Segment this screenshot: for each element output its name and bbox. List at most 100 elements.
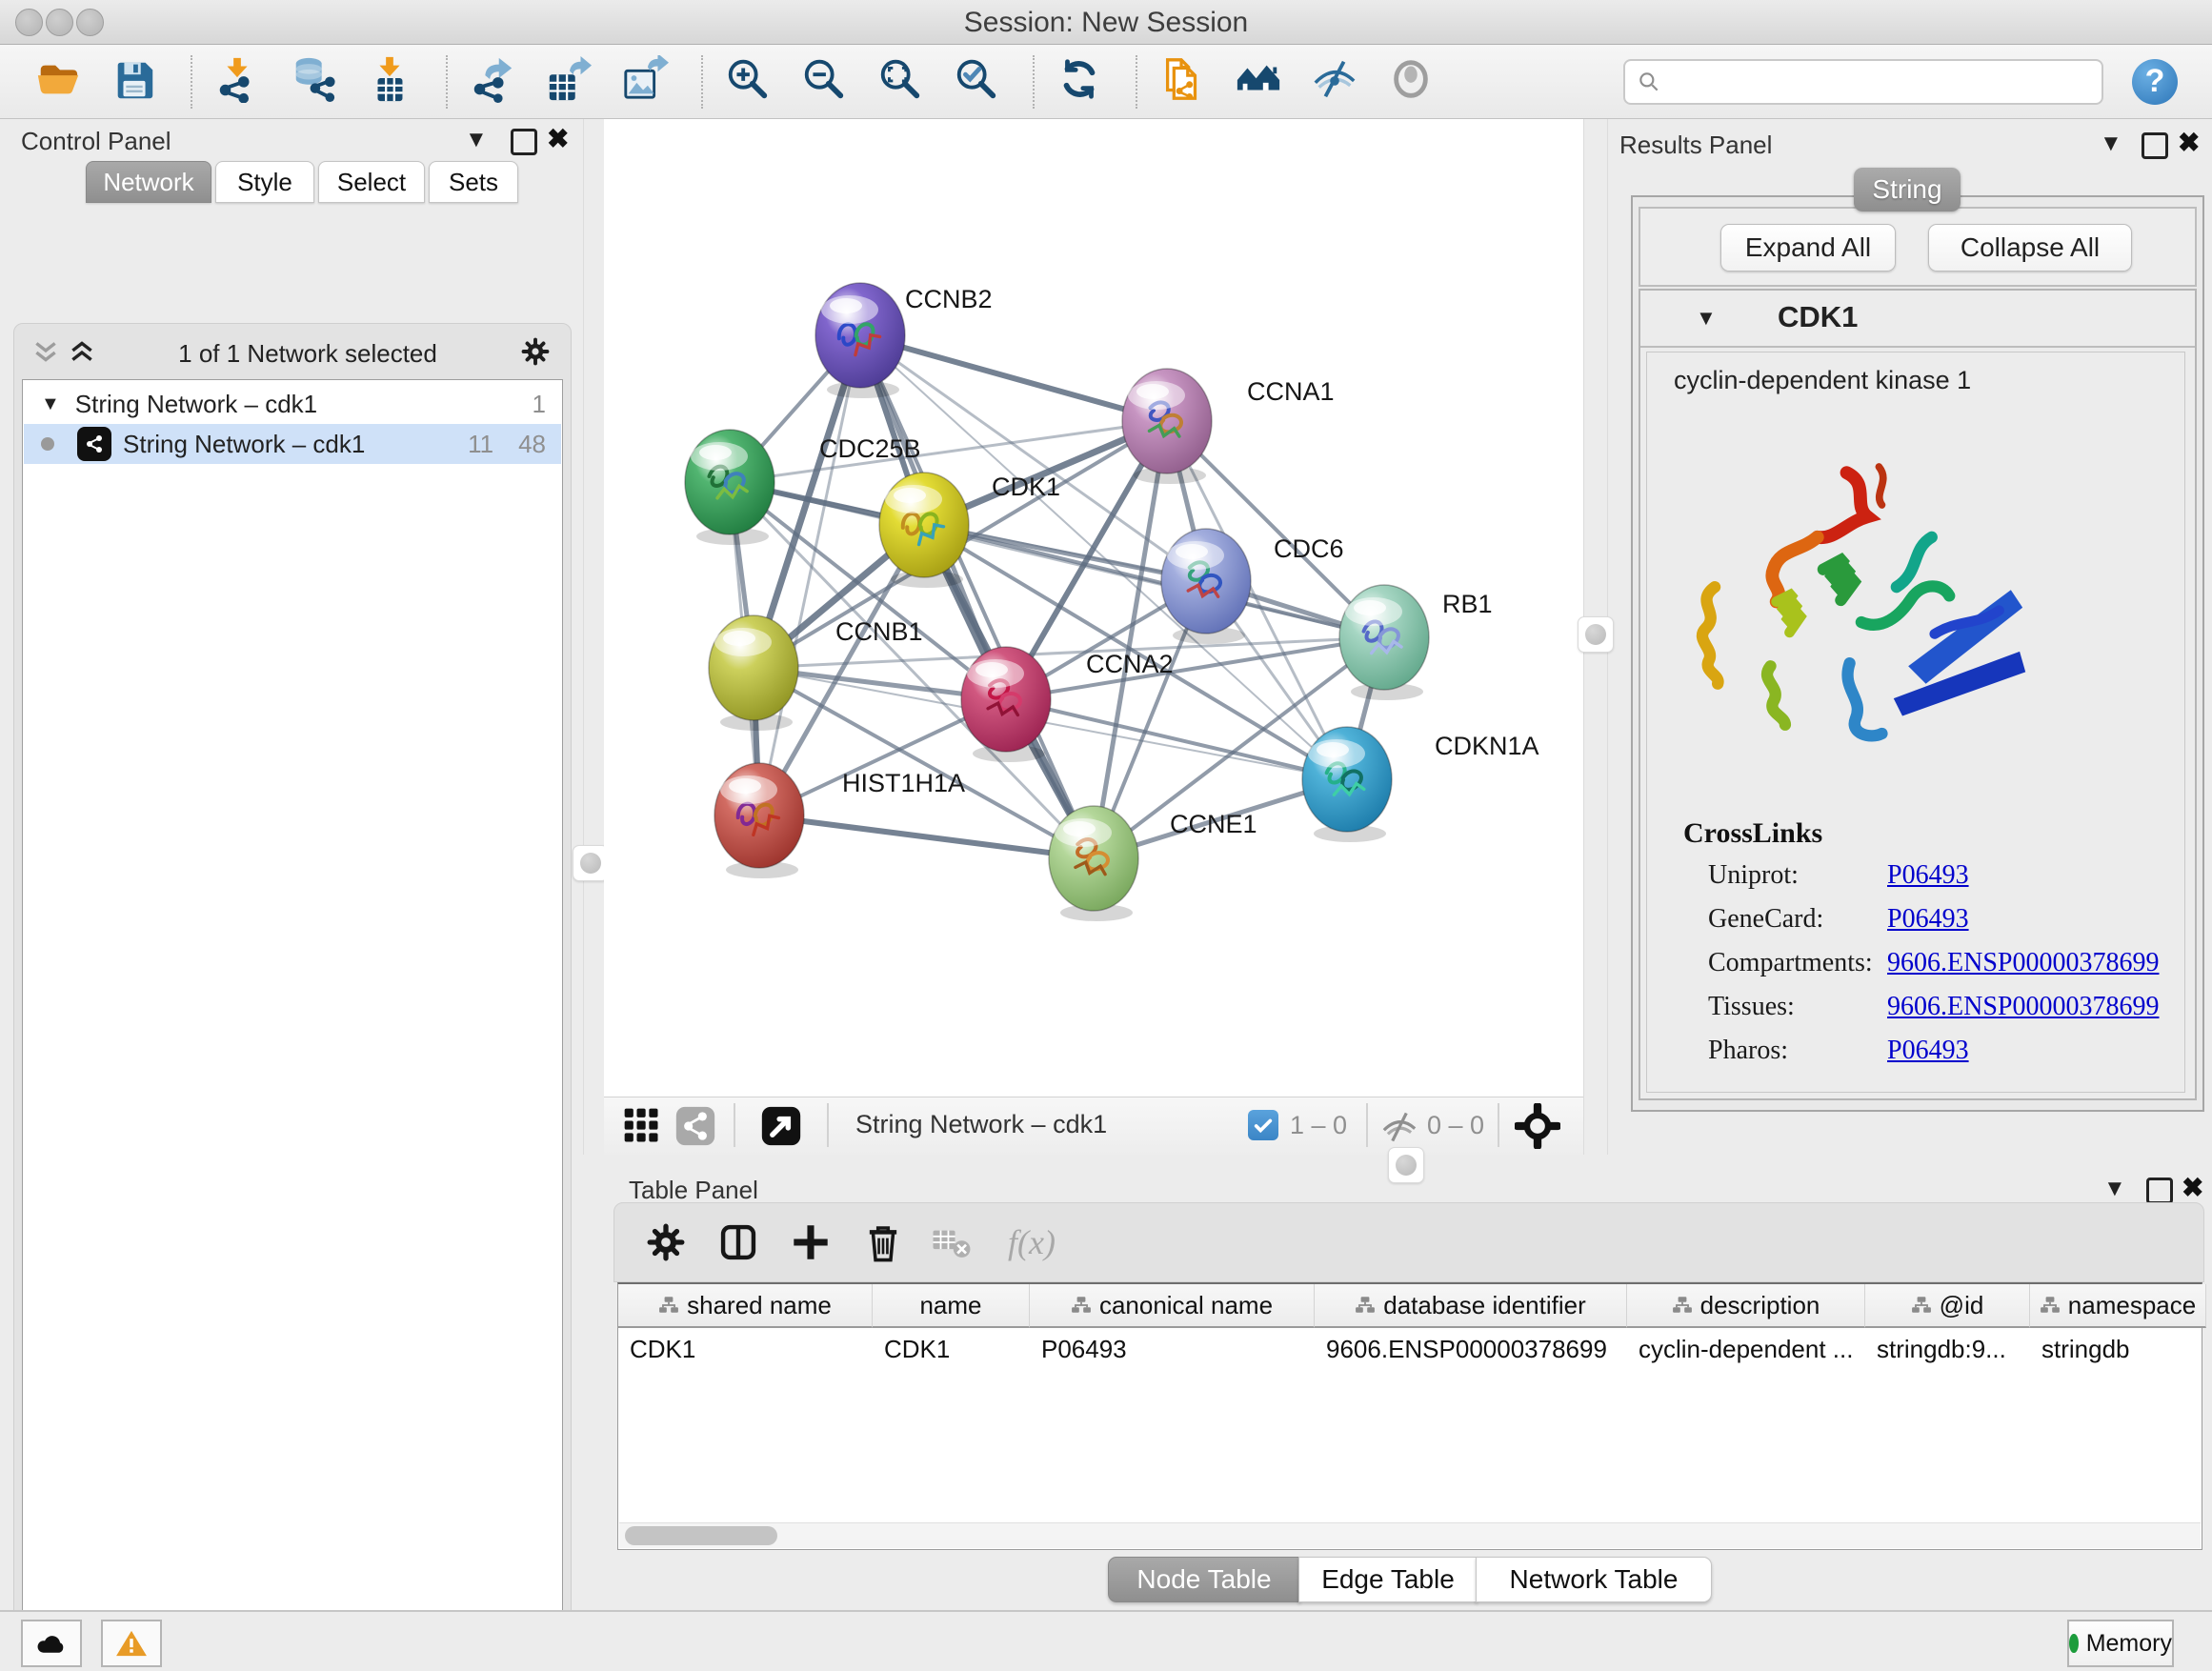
main-toolbar: ? <box>0 45 2212 119</box>
expand-all-button[interactable]: Expand All <box>1720 224 1896 272</box>
node-label-CCNE1: CCNE1 <box>1170 810 1257 838</box>
node-table[interactable]: shared namenamecanonical namedatabase id… <box>617 1282 2202 1550</box>
edge-CCNB2-HIST1H1A[interactable] <box>759 335 860 815</box>
scrollbar-thumb[interactable] <box>625 1526 777 1545</box>
import-string-network-button[interactable] <box>1156 56 1208 108</box>
collection-expand-icon[interactable]: ▼ <box>41 393 60 415</box>
expand-all-icon[interactable] <box>68 337 96 371</box>
node-HIST1H1A[interactable] <box>714 763 804 878</box>
node-CCNA1[interactable] <box>1122 369 1212 484</box>
collapse-all-icon[interactable] <box>31 337 60 371</box>
column-header-namespace[interactable]: namespace <box>2030 1284 2206 1328</box>
column-header-description[interactable]: description <box>1627 1284 1865 1328</box>
node-CCNB2[interactable] <box>815 283 905 398</box>
table-cell[interactable]: stringdb <box>2030 1328 2205 1370</box>
table-horizontal-scrollbar[interactable] <box>619 1522 2201 1548</box>
network-collection-row[interactable]: ▼ String Network – cdk1 1 <box>24 384 561 424</box>
birds-eye-view-icon[interactable] <box>1515 1103 1560 1154</box>
control-panel-collapse-icon[interactable]: ▼ <box>465 129 488 151</box>
network-node-count: 11 <box>468 430 493 459</box>
node-CCNB1[interactable] <box>709 615 798 731</box>
hide-unselected-button[interactable] <box>1309 56 1360 108</box>
table-settings-gear-icon[interactable] <box>643 1219 689 1265</box>
tab-network-table[interactable]: Network Table <box>1476 1557 1712 1602</box>
refresh-network-button[interactable] <box>1054 56 1105 108</box>
string-results-tab[interactable]: String <box>1854 168 1961 211</box>
search-box[interactable] <box>1623 59 2103 105</box>
network-overview-button[interactable] <box>1233 56 1284 108</box>
import-table-from-file-button[interactable] <box>364 56 415 108</box>
search-input[interactable] <box>1669 64 2101 100</box>
column-header-shared-name[interactable]: shared name <box>618 1284 873 1328</box>
import-network-from-file-button[interactable] <box>211 56 263 108</box>
table-cell[interactable]: P06493 <box>1030 1328 1314 1370</box>
network-options-gear-icon[interactable] <box>519 335 552 372</box>
selected-checkbox-icon[interactable] <box>1248 1110 1278 1140</box>
table-panel-collapse-icon[interactable]: ▼ <box>2103 1178 2126 1200</box>
zoom-out-button[interactable] <box>798 56 850 108</box>
node-CCNE1[interactable] <box>1049 806 1138 921</box>
import-network-from-database-button[interactable] <box>288 56 339 108</box>
protein-collapse-icon[interactable]: ▼ <box>1696 306 1717 331</box>
crosslink-value-link[interactable]: P06493 <box>1887 904 1969 935</box>
zoom-fit-button[interactable] <box>875 56 926 108</box>
crosslink-value-link[interactable]: 9606.ENSP00000378699 <box>1887 992 2159 1022</box>
zoom-selected-button[interactable] <box>951 56 1002 108</box>
table-cell[interactable]: stringdb:9... <box>1865 1328 2029 1370</box>
tab-sets[interactable]: Sets <box>429 161 518 203</box>
memory-button[interactable]: Memory <box>2067 1620 2174 1667</box>
crosslink-value-link[interactable]: P06493 <box>1887 1036 1969 1066</box>
cloud-status-button[interactable] <box>21 1620 82 1667</box>
collapse-all-button[interactable]: Collapse All <box>1928 224 2132 272</box>
results-panel-float-icon[interactable] <box>2142 132 2168 159</box>
results-panel-collapse-icon[interactable]: ▼ <box>2100 132 2122 155</box>
zoom-in-button[interactable] <box>722 56 774 108</box>
network-graph[interactable]: CCNB2CCNA1CDC25BCDK1CDC6RB1CCNB1CCNA2CDK… <box>604 119 1583 1097</box>
column-header--id[interactable]: @id <box>1865 1284 2030 1328</box>
node-CDC25B[interactable] <box>685 430 774 545</box>
add-column-icon[interactable] <box>788 1219 834 1265</box>
column-header-database-identifier[interactable]: database identifier <box>1315 1284 1627 1328</box>
delete-column-trash-icon[interactable] <box>860 1219 906 1265</box>
show-columns-icon[interactable] <box>715 1219 761 1265</box>
export-table-icon <box>545 55 593 108</box>
results-panel-close-icon[interactable]: ✖ <box>2178 127 2200 158</box>
tab-network[interactable]: Network <box>86 161 211 203</box>
tab-style[interactable]: Style <box>215 161 314 203</box>
export-table-button[interactable] <box>543 56 594 108</box>
open-session-button[interactable] <box>32 56 84 108</box>
show-graphics-details-button[interactable] <box>1385 56 1437 108</box>
tab-edge-table[interactable]: Edge Table <box>1298 1557 1478 1602</box>
help-button[interactable]: ? <box>2132 59 2178 105</box>
protein-section-header[interactable]: ▼ CDK1 <box>1640 291 2195 348</box>
table-panel-close-icon[interactable]: ✖ <box>2182 1172 2203 1203</box>
table-panel-float-icon[interactable] <box>2146 1178 2173 1204</box>
edge-CCNA2-CDKN1A[interactable] <box>1006 699 1347 779</box>
crosslink-value-link[interactable]: 9606.ENSP00000378699 <box>1887 948 2159 978</box>
edge-HIST1H1A-CCNE1[interactable] <box>759 815 1094 858</box>
node-CDKN1A[interactable] <box>1302 727 1392 842</box>
control-panel-close-icon[interactable]: ✖ <box>547 123 569 154</box>
grid-view-icon[interactable] <box>621 1105 663 1152</box>
network-row-selected[interactable]: String Network – cdk1 11 48 <box>24 424 561 464</box>
share-view-icon[interactable] <box>674 1105 716 1152</box>
warning-status-button[interactable] <box>101 1620 162 1667</box>
detach-view-icon[interactable] <box>760 1105 802 1152</box>
eye-slash-icon <box>1311 55 1358 108</box>
table-cell[interactable]: CDK1 <box>618 1328 872 1370</box>
table-cell[interactable]: cyclin-dependent ... <box>1627 1328 1864 1370</box>
left-panel-splitter[interactable] <box>583 119 606 1155</box>
column-header-name[interactable]: name <box>873 1284 1030 1328</box>
save-session-button[interactable] <box>109 56 160 108</box>
export-image-button[interactable] <box>619 56 671 108</box>
node-RB1[interactable] <box>1339 585 1429 700</box>
column-header-canonical-name[interactable]: canonical name <box>1030 1284 1315 1328</box>
tab-select[interactable]: Select <box>318 161 425 203</box>
crosslink-value-link[interactable]: P06493 <box>1887 860 1969 891</box>
network-view-canvas[interactable]: CCNB2CCNA1CDC25BCDK1CDC6RB1CCNB1CCNA2CDK… <box>604 119 1583 1097</box>
tab-node-table[interactable]: Node Table <box>1108 1557 1300 1602</box>
table-cell[interactable]: 9606.ENSP00000378699 <box>1315 1328 1626 1370</box>
control-panel-float-icon[interactable] <box>511 129 537 155</box>
export-network-button[interactable] <box>467 56 518 108</box>
table-cell[interactable]: CDK1 <box>873 1328 1029 1370</box>
